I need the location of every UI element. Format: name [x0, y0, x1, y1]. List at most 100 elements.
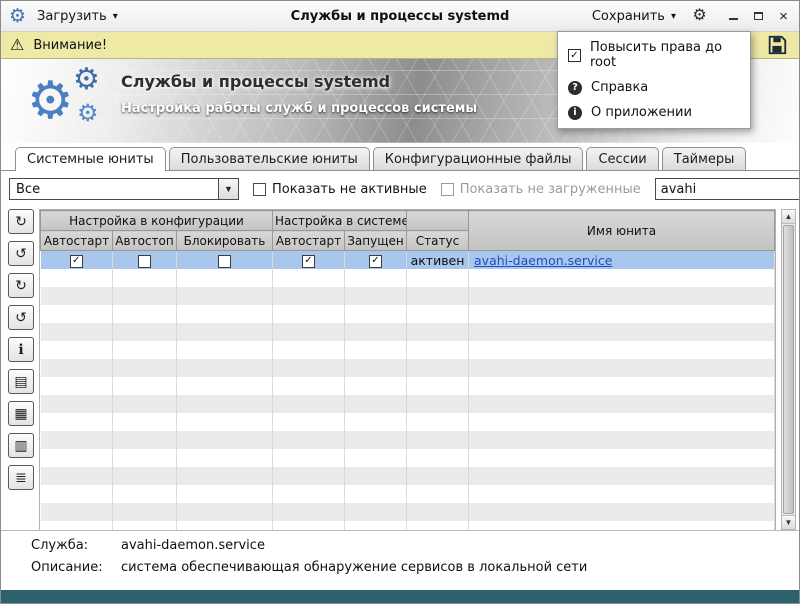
description-label: Описание:: [31, 560, 121, 575]
config-file-button[interactable]: ▦: [8, 401, 34, 426]
save-button[interactable]: Сохранить ▾: [587, 6, 681, 27]
load-button-label: Загрузить: [37, 9, 107, 24]
main-area: ↻ ↺ ↻ ↺ ℹ ▤ ▦ ▥ ≣ Настройка в конфигурации Настр…: [1, 207, 799, 531]
column-header-block[interactable]: Блокировать: [177, 231, 273, 251]
titlebar: Службы и процессы systemd ⚙ Загрузить ▾ …: [1, 1, 799, 32]
column-header-unit-name[interactable]: Имя юнита: [469, 211, 775, 251]
menu-item-help[interactable]: ? Справка: [558, 75, 750, 100]
start-unit-icon: ↻: [15, 277, 27, 294]
close-icon: ×: [779, 9, 788, 24]
unit-list-icon: ≣: [15, 469, 27, 486]
combobox-dropdown-button[interactable]: ▼: [218, 179, 238, 199]
empty-row: [41, 341, 775, 359]
save-button-label: Сохранить: [592, 9, 665, 24]
save-to-file-button[interactable]: [764, 33, 790, 57]
column-header-status[interactable]: Статус: [407, 231, 469, 251]
menu-item-label: Справка: [591, 80, 648, 95]
scroll-up-icon: ▲: [785, 212, 793, 221]
empty-row: [41, 503, 775, 521]
group-header-config: Настройка в конфигурации: [41, 211, 273, 231]
app-gear-icon: ⚙: [9, 7, 26, 26]
units-table-body: ✓ ✓ ✓ активенavahi-daemon.service: [41, 251, 775, 531]
minimize-button[interactable]: [726, 9, 741, 24]
running-checkbox[interactable]: ✓: [369, 255, 382, 268]
unit-status: активен: [407, 251, 469, 270]
tab-system-units[interactable]: Системные юниты: [15, 147, 166, 171]
filter-bar: Все ▼ Показать не активные Показать не з…: [1, 171, 799, 207]
info-button[interactable]: ℹ: [8, 337, 34, 362]
description-value: система обеспечивающая обнаружение серви…: [121, 560, 587, 575]
autostart-system-checkbox[interactable]: ✓: [302, 255, 315, 268]
empty-row: [41, 287, 775, 305]
settings-button[interactable]: ⚙: [692, 9, 707, 24]
refresh-button[interactable]: ↻: [8, 209, 34, 234]
warning-icon: ⚠: [10, 37, 24, 53]
vertical-scrollbar[interactable]: ▲ ▼: [781, 209, 796, 530]
checkbox-icon: [441, 183, 454, 196]
chevron-down-icon: ▾: [113, 11, 118, 22]
tab-bar: Системные юниты Пользовательские юниты К…: [1, 143, 799, 171]
window-controls: ×: [726, 9, 791, 24]
gear-icon: ⚙: [692, 8, 706, 24]
log-file-button[interactable]: ▤: [8, 369, 34, 394]
tab-user-units[interactable]: Пользовательские юниты: [169, 147, 370, 170]
show-unloaded-checkbox[interactable]: Показать не загруженные: [441, 182, 641, 197]
empty-row: [41, 413, 775, 431]
empty-row: [41, 521, 775, 530]
autostart-config-checkbox[interactable]: ✓: [70, 255, 83, 268]
unit-name-link[interactable]: avahi-daemon.service: [471, 253, 612, 268]
logo-gear-large-icon: ⚙: [27, 75, 74, 127]
config-file-icon: ▦: [14, 405, 27, 422]
logo-gear-small-icon: ⚙: [77, 101, 99, 125]
info-icon: ℹ: [18, 341, 23, 358]
dependencies-icon: ▥: [14, 437, 27, 454]
unit-search-input[interactable]: [655, 178, 800, 200]
menu-item-about[interactable]: i О приложении: [558, 100, 750, 125]
column-header-autostart-system[interactable]: Автостарт: [273, 231, 345, 251]
refresh-icon: ↻: [15, 213, 27, 230]
unit-row[interactable]: ✓ ✓ ✓ активенavahi-daemon.service: [41, 251, 775, 270]
column-header-autostart-config[interactable]: Автостарт: [41, 231, 113, 251]
restart-unit-button[interactable]: ↺: [8, 241, 34, 266]
log-file-icon: ▤: [14, 373, 27, 390]
tab-timers[interactable]: Таймеры: [662, 147, 747, 170]
tab-sessions[interactable]: Сессии: [586, 147, 658, 170]
block-config-checkbox[interactable]: [218, 255, 231, 268]
close-button[interactable]: ×: [776, 9, 791, 24]
stop-unit-button[interactable]: ↺: [8, 305, 34, 330]
empty-row: [41, 269, 775, 287]
show-unloaded-label: Показать не загруженные: [460, 182, 641, 197]
stop-unit-icon: ↺: [15, 309, 27, 326]
units-table-container: Настройка в конфигурации Настройка в сис…: [39, 209, 776, 530]
scroll-up-button[interactable]: ▲: [782, 210, 795, 224]
unit-list-button[interactable]: ≣: [8, 465, 34, 490]
restart-unit-icon: ↺: [15, 245, 27, 262]
column-header-autostop-config[interactable]: Автостоп: [113, 231, 177, 251]
unit-details: Служба: avahi-daemon.service Описание: с…: [1, 531, 799, 590]
menu-item-root[interactable]: ✓ Повысить права до root: [558, 35, 750, 75]
logo-gear-medium-icon: ⚙: [73, 65, 100, 95]
empty-row: [41, 467, 775, 485]
maximize-button[interactable]: [751, 9, 766, 24]
show-inactive-checkbox[interactable]: Показать не активные: [253, 182, 427, 197]
help-icon: ?: [568, 81, 582, 95]
unit-type-combobox[interactable]: Все ▼: [9, 178, 239, 200]
load-button[interactable]: Загрузить ▾: [32, 6, 123, 27]
start-unit-button[interactable]: ↻: [8, 273, 34, 298]
group-header-system: Настройка в системе: [273, 211, 407, 231]
empty-row: [41, 395, 775, 413]
autostop-config-checkbox[interactable]: [138, 255, 151, 268]
empty-row: [41, 449, 775, 467]
column-header-running[interactable]: Запущен: [345, 231, 407, 251]
dependencies-button[interactable]: ▥: [8, 433, 34, 458]
combobox-value: Все: [10, 182, 218, 197]
scroll-down-button[interactable]: ▼: [782, 515, 795, 529]
floppy-disk-icon: [766, 34, 788, 56]
save-dropdown-menu: ✓ Повысить права до root ? Справка i О п…: [557, 31, 751, 129]
tab-config-files[interactable]: Конфигурационные файлы: [373, 147, 584, 170]
scrollbar-thumb[interactable]: [783, 225, 794, 514]
about-icon: i: [568, 106, 582, 120]
chevron-down-icon: ▼: [224, 184, 233, 194]
show-inactive-label: Показать не активные: [272, 182, 427, 197]
empty-row: [41, 305, 775, 323]
